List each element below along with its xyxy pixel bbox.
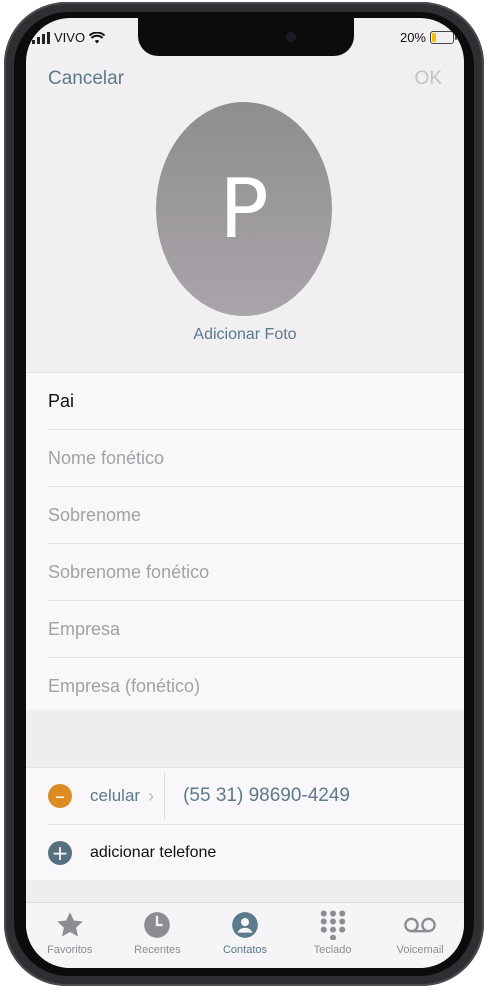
clock-icon xyxy=(140,909,174,941)
company-field[interactable]: Empresa xyxy=(48,601,464,658)
add-phone-label[interactable]: adicionar telefone xyxy=(90,844,216,862)
add-photo-link[interactable]: Adicionar Foto xyxy=(26,326,464,344)
chevron-right-icon[interactable]: › xyxy=(148,786,154,807)
section-gap xyxy=(26,710,464,767)
phone-row: – celular › (55 31) 98690-4249 xyxy=(48,768,464,825)
tab-label: Teclado xyxy=(313,944,352,956)
nav-bar: Cancelar OK xyxy=(26,68,464,98)
phonetic-company-field[interactable]: Empresa (fonético) xyxy=(48,658,464,714)
tab-label: Contatos xyxy=(222,944,267,956)
tab-label: Recentes xyxy=(134,944,181,956)
tab-label: Voicemail xyxy=(396,944,444,956)
phone-section: – celular › (55 31) 98690-4249 + adicion… xyxy=(26,767,464,881)
voicemail-icon xyxy=(403,909,437,941)
tab-voicemail[interactable]: Voicemail xyxy=(376,903,464,968)
tab-contatos[interactable]: Contatos xyxy=(201,903,289,968)
tab-favoritos[interactable]: Favoritos xyxy=(26,903,114,968)
tab-bar: Favoritos Recentes Contatos Teclado Voic… xyxy=(26,902,464,968)
carrier-label: VIVO xyxy=(54,30,86,45)
section-gap-bottom xyxy=(26,880,464,902)
name-form: Pai Nome fonético Sobrenome Sobrenome fo… xyxy=(26,372,464,714)
keypad-icon xyxy=(316,909,350,941)
battery-icon xyxy=(430,31,457,44)
tab-label: Favoritos xyxy=(47,944,93,956)
signal-bars-icon xyxy=(32,31,50,44)
avatar[interactable]: P xyxy=(156,102,332,316)
phonetic-first-name-field[interactable]: Nome fonético xyxy=(48,430,464,487)
tab-recentes[interactable]: Recentes xyxy=(114,903,202,968)
camera-icon xyxy=(286,32,296,42)
avatar-initial: P xyxy=(219,161,269,257)
phonetic-last-name-field[interactable]: Sobrenome fonético xyxy=(48,544,464,601)
screen: VIVO 20% Cancelar OK P Adicionar Foto Pa… xyxy=(26,18,464,968)
person-icon xyxy=(228,909,262,941)
divider xyxy=(164,772,166,820)
add-phone-icon[interactable]: + xyxy=(48,841,72,865)
phone-type-label[interactable]: celular xyxy=(90,786,140,806)
ok-button[interactable]: OK xyxy=(415,68,442,90)
first-name-field[interactable]: Pai xyxy=(48,373,464,430)
cancel-button[interactable]: Cancelar xyxy=(48,68,124,90)
tab-teclado[interactable]: Teclado xyxy=(289,903,377,968)
last-name-field[interactable]: Sobrenome xyxy=(48,487,464,544)
notch xyxy=(138,18,354,56)
status-right: 20% xyxy=(399,30,457,45)
battery-percent: 20% xyxy=(399,30,426,45)
status-left: VIVO xyxy=(32,30,106,45)
wifi-icon xyxy=(89,31,106,43)
remove-phone-icon[interactable]: – xyxy=(48,784,72,808)
star-icon xyxy=(53,909,87,941)
add-phone-row[interactable]: + adicionar telefone xyxy=(48,825,464,881)
phone-number-field[interactable]: (55 31) 98690-4249 xyxy=(183,785,350,807)
